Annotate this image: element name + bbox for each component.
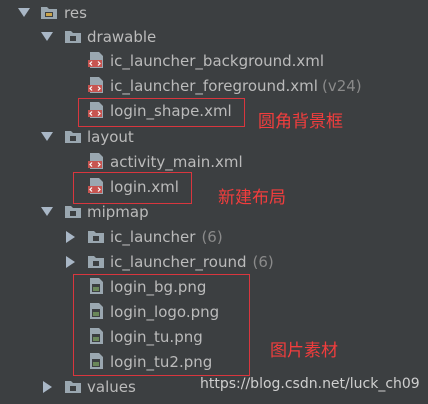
item-count: (6) <box>201 227 223 246</box>
tree-label-ic-launcher-background: ic_launcher_background.xml <box>110 51 325 70</box>
folder-icon <box>65 206 81 218</box>
xml-file-icon <box>88 153 103 169</box>
tree-label-values: values <box>87 377 136 396</box>
xml-file-icon <box>88 52 103 68</box>
annotation-image-assets: 图片素材 <box>270 341 338 361</box>
tree-label-activity-main: activity_main.xml <box>110 152 243 171</box>
item-count: (6) <box>252 252 274 271</box>
tree-row-ic-launcher-foreground[interactable]: ic_launcher_foreground.xml (v24) <box>0 73 428 98</box>
tree-label-layout: layout <box>87 127 134 146</box>
tree-row-login-xml[interactable]: login.xml <box>0 174 428 199</box>
tree-row-ic-launcher[interactable]: ic_launcher (6) <box>0 224 428 249</box>
tree-label-ic-launcher-round: ic_launcher_round (6) <box>110 253 274 271</box>
qualifier-label: (v24) <box>321 76 362 95</box>
xml-file-icon <box>88 77 103 93</box>
collapse-arrow-icon[interactable] <box>66 256 75 268</box>
expand-arrow-icon[interactable] <box>41 207 53 216</box>
folder-icon <box>65 131 81 143</box>
expand-arrow-icon[interactable] <box>18 8 30 17</box>
folder-icon <box>88 256 104 268</box>
tree-label-res: res <box>64 3 87 22</box>
collapse-arrow-icon[interactable] <box>66 231 75 243</box>
highlight-box-image-assets <box>73 274 250 376</box>
tree-row-ic-launcher-round[interactable]: ic_launcher_round (6) <box>0 249 428 274</box>
folder-icon <box>65 381 81 393</box>
expand-arrow-icon[interactable] <box>41 32 53 41</box>
expand-arrow-icon[interactable] <box>41 132 53 141</box>
tree-row-activity-main[interactable]: activity_main.xml <box>0 149 428 174</box>
tree-label-ic-launcher: ic_launcher (6) <box>110 228 223 246</box>
folder-name: ic_launcher_round <box>110 252 247 271</box>
folder-icon <box>88 231 104 243</box>
tree-label-mipmap: mipmap <box>87 202 149 221</box>
tree-label-drawable: drawable <box>87 27 157 46</box>
tree-row-layout[interactable]: layout <box>0 124 428 149</box>
collapse-arrow-icon[interactable] <box>43 381 52 393</box>
watermark-url: https://blog.csdn.net/luck_ch09 <box>200 376 420 392</box>
folder-name: ic_launcher <box>110 227 196 246</box>
folder-icon <box>41 7 57 19</box>
file-name: ic_launcher_foreground.xml <box>110 76 318 95</box>
tree-row-mipmap[interactable]: mipmap <box>0 199 428 224</box>
tree-row-res[interactable]: res <box>0 0 428 25</box>
tree-label-ic-launcher-foreground: ic_launcher_foreground.xml (v24) <box>110 77 362 95</box>
highlight-box-login-shape <box>78 98 245 127</box>
tree-row-ic-launcher-background[interactable]: ic_launcher_background.xml <box>0 48 428 73</box>
folder-icon <box>65 31 81 43</box>
tree-row-drawable[interactable]: drawable <box>0 24 428 49</box>
